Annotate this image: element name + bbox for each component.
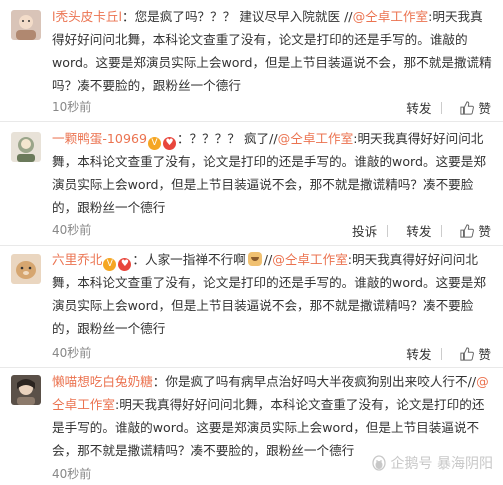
comment-mention[interactable]: @仝卓工作室	[353, 9, 429, 24]
avatar[interactable]	[11, 132, 41, 162]
thumbs-up-icon	[460, 223, 475, 238]
like-button[interactable]: 赞	[460, 98, 491, 117]
comment-footer: 40秒前 投诉 转发 赞	[52, 219, 491, 239]
comment-item: 一颗鸭蛋-10969 V ♥：？？？？ 疯了//@仝卓工作室:明天我真得好好问问北舞…	[0, 122, 503, 246]
thumbs-up-icon	[460, 100, 475, 115]
comment-text: 您是疯了吗？？？ 建议尽早入院就医 //	[134, 9, 353, 24]
comment-actions: 投诉 转发 赞	[334, 221, 491, 240]
forward-button[interactable]: 转发	[406, 221, 431, 240]
comment-colon: ：	[132, 252, 145, 267]
avatar[interactable]	[11, 375, 41, 405]
comment-username[interactable]: 一颗鸭蛋-10969	[52, 131, 147, 146]
comment-colon: ：	[152, 374, 166, 389]
watermark: 企鹅号 暴海阴阳	[371, 453, 493, 473]
like-button[interactable]: 赞	[460, 344, 491, 363]
comment-footer: 40秒前 转发 赞	[52, 342, 491, 362]
action-divider	[441, 224, 443, 237]
comment-time: 40秒前	[52, 467, 92, 481]
action-divider	[441, 347, 443, 360]
like-button[interactable]: 赞	[460, 221, 491, 240]
action-divider	[387, 224, 389, 237]
comment-item: 六里乔北 V ♥ ：人家一指禅不行啊//@仝卓工作室:明天我真得好好问问北舞，本科论文…	[0, 246, 503, 368]
comment-body: l秃头皮卡丘l：您是疯了吗？？？ 建议尽早入院就医 //@仝卓工作室:明天我真得…	[52, 5, 492, 97]
fan-badge-icon: ♥	[118, 258, 132, 271]
fan-badge-icon: ♥	[162, 137, 176, 150]
comment-text: 人家一指禅不行啊	[144, 252, 246, 267]
forward-button[interactable]: 转发	[406, 98, 431, 117]
comment-colon: ：	[121, 9, 135, 24]
report-button[interactable]: 投诉	[352, 221, 377, 240]
comment-mention[interactable]: @仝卓工作室	[272, 252, 348, 267]
comment-username[interactable]: 懒喵想吃白兔奶糖	[52, 374, 153, 389]
comment-body: 六里乔北 V ♥ ：人家一指禅不行啊//@仝卓工作室:明天我真得好好问问北舞，本科论文…	[52, 248, 492, 340]
dog-emoji-icon	[247, 252, 262, 266]
comment-colon: ：	[176, 131, 190, 146]
avatar[interactable]	[11, 10, 41, 40]
like-label: 赞	[478, 101, 491, 116]
comment-actions: 转发 赞	[388, 98, 491, 117]
comment-time: 10秒前	[52, 100, 92, 114]
member-badge-icon: V	[103, 258, 117, 271]
comment-item: l秃头皮卡丘l：您是疯了吗？？？ 建议尽早入院就医 //@仝卓工作室:明天我真得…	[0, 0, 503, 122]
comment-body: 懒喵想吃白兔奶糖：你是疯了吗有病早点治好吗大半夜疯狗别出来咬人行不//@仝卓工作…	[52, 370, 492, 462]
comment-list: l秃头皮卡丘l：您是疯了吗？？？ 建议尽早入院就医 //@仝卓工作室:明天我真得…	[0, 0, 503, 485]
comment-time: 40秒前	[52, 223, 92, 237]
like-label: 赞	[478, 347, 491, 362]
thumbs-up-icon	[460, 346, 475, 361]
member-badge-icon: V	[147, 137, 161, 150]
comment-text: 你是疯了吗有病早点治好吗大半夜疯狗别出来咬人行不//	[165, 374, 477, 389]
watermark-text: 企鹅号 暴海阴阳	[390, 456, 493, 472]
avatar[interactable]	[11, 254, 41, 284]
comment-footer: 10秒前 转发 赞	[52, 96, 491, 116]
comment-username[interactable]: 六里乔北	[52, 252, 102, 267]
action-divider	[441, 101, 443, 114]
comment-text: ？？？？ 疯了//	[189, 131, 278, 146]
comment-username[interactable]: l秃头皮卡丘l	[52, 9, 122, 24]
penguin-logo-icon	[371, 455, 386, 471]
comment-time: 40秒前	[52, 346, 92, 360]
comment-mention-prefix: //	[263, 252, 273, 267]
comment-body: 一颗鸭蛋-10969 V ♥：？？？？ 疯了//@仝卓工作室:明天我真得好好问问北舞…	[52, 127, 492, 219]
forward-button[interactable]: 转发	[406, 344, 431, 363]
comment-quoted-text: :明天我真得好好问问北舞，本科论文查重了没有，论文是打印的还是手写的。谁敲的wo…	[52, 397, 485, 458]
comment-mention[interactable]: @仝卓工作室	[278, 131, 354, 146]
like-label: 赞	[478, 224, 491, 239]
comment-actions: 转发 赞	[388, 344, 491, 363]
